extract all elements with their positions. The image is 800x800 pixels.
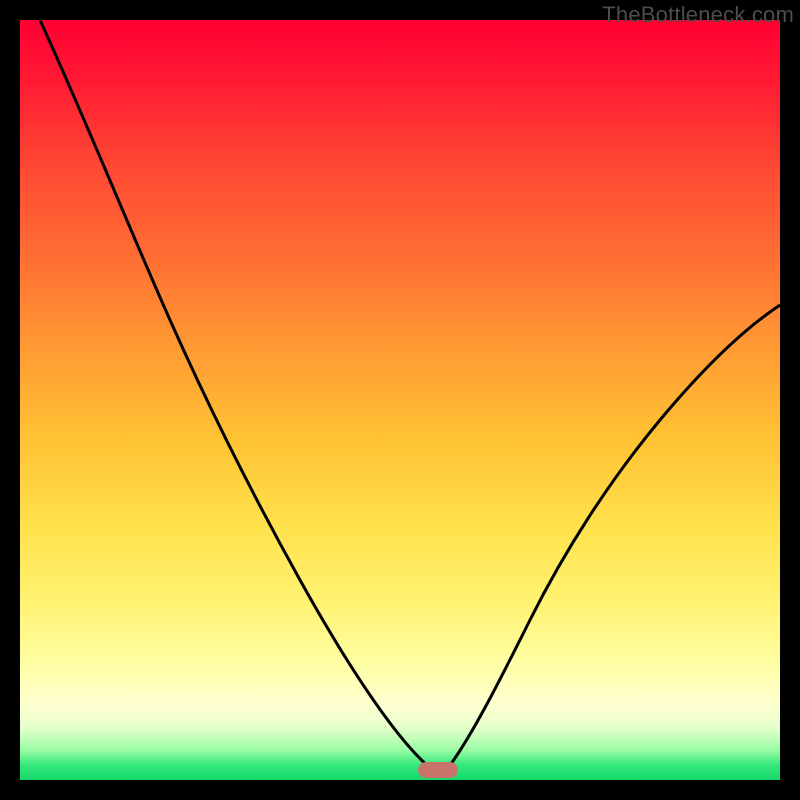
optimal-marker xyxy=(418,762,458,778)
chart-frame: TheBottleneck.com xyxy=(0,0,800,800)
plot-area xyxy=(20,20,780,780)
watermark-text: TheBottleneck.com xyxy=(602,2,794,28)
bottleneck-curve xyxy=(20,20,780,780)
curve-left-arm xyxy=(40,20,435,772)
curve-right-arm xyxy=(445,305,780,772)
